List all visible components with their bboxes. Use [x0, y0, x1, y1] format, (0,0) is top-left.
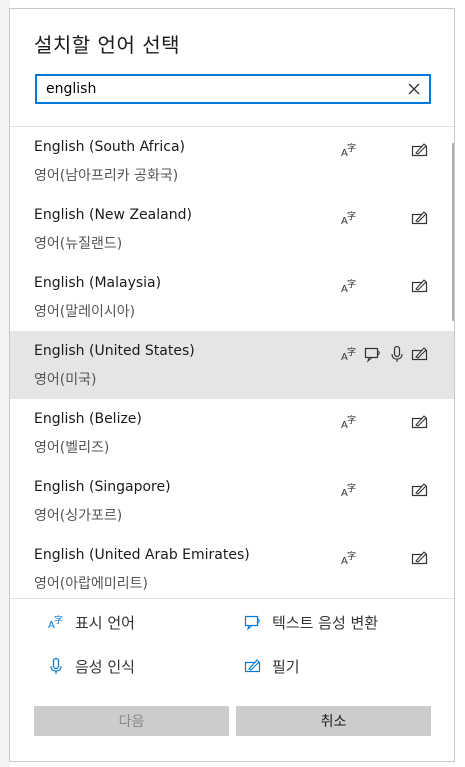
- list-item-selected[interactable]: English (United States) 영어(미국) A字: [10, 331, 454, 399]
- next-button[interactable]: 다음: [34, 706, 229, 736]
- language-name: English (New Zealand): [34, 207, 192, 223]
- language-native-name: 영어(벨리즈): [34, 440, 110, 456]
- microphone-icon: [50, 657, 62, 674]
- display-language-icon: A字: [341, 278, 356, 295]
- svg-text:字: 字: [54, 614, 63, 626]
- display-language-icon: A字: [341, 414, 356, 431]
- handwriting-icon: [411, 415, 428, 429]
- language-name: English (Malaysia): [34, 275, 162, 291]
- handwriting-icon: [244, 659, 261, 673]
- svg-text:字: 字: [347, 142, 356, 154]
- language-name: English (United States): [34, 343, 195, 359]
- display-language-icon: A字: [48, 614, 63, 631]
- svg-text:字: 字: [347, 210, 356, 222]
- svg-text:字: 字: [347, 346, 356, 358]
- cancel-button[interactable]: 취소: [236, 706, 431, 736]
- legend-label: 텍스트 음성 변환: [272, 614, 379, 632]
- handwriting-icon: [411, 211, 428, 225]
- list-item[interactable]: English (New Zealand) 영어(뉴질랜드) A字: [10, 195, 454, 263]
- display-language-icon: A字: [341, 210, 356, 227]
- text-to-speech-icon: [244, 615, 260, 631]
- display-language-icon: A字: [341, 142, 356, 159]
- dialog-title: 설치할 언어 선택: [34, 33, 181, 57]
- svg-text:字: 字: [347, 550, 356, 562]
- language-list[interactable]: English (South Africa) 영어(남아프리카 공화국) A字 …: [10, 127, 454, 599]
- search-box[interactable]: [35, 74, 431, 104]
- display-language-icon: A字: [341, 482, 356, 499]
- language-name: English (South Africa): [34, 139, 185, 155]
- handwriting-icon: [411, 347, 428, 361]
- svg-text:字: 字: [347, 414, 356, 426]
- language-native-name: 영어(남아프리카 공화국): [34, 168, 179, 184]
- language-picker-dialog: 설치할 언어 선택 English (South Africa) 영어(남아프리…: [9, 8, 455, 762]
- display-language-icon: A字: [341, 346, 356, 363]
- list-item[interactable]: English (Singapore) 영어(싱가포르) A字: [10, 467, 454, 535]
- handwriting-icon: [411, 279, 428, 293]
- svg-text:字: 字: [347, 482, 356, 494]
- legend-label: 음성 인식: [75, 658, 135, 676]
- handwriting-icon: [411, 143, 428, 157]
- list-item[interactable]: English (South Africa) 영어(남아프리카 공화국) A字: [10, 127, 454, 195]
- text-to-speech-icon: [364, 347, 380, 363]
- language-native-name: 영어(아랍에미리트): [34, 576, 148, 592]
- legend-label: 필기: [272, 658, 300, 676]
- language-name: English (United Arab Emirates): [34, 547, 250, 563]
- language-name: English (Belize): [34, 411, 142, 427]
- scrollbar[interactable]: [452, 143, 454, 321]
- search-input[interactable]: [46, 80, 386, 98]
- handwriting-icon: [411, 483, 428, 497]
- language-native-name: 영어(싱가포르): [34, 508, 123, 524]
- language-native-name: 영어(뉴질랜드): [34, 236, 123, 252]
- list-divider-bottom: [10, 598, 454, 599]
- language-name: English (Singapore): [34, 479, 171, 495]
- language-native-name: 영어(말레이시아): [34, 304, 136, 320]
- list-item[interactable]: English (Malaysia) 영어(말레이시아) A字: [10, 263, 454, 331]
- list-item[interactable]: English (United Arab Emirates) 영어(아랍에미리트…: [10, 535, 454, 599]
- list-item[interactable]: English (Belize) 영어(벨리즈) A字: [10, 399, 454, 467]
- close-icon[interactable]: [407, 82, 421, 96]
- svg-text:字: 字: [347, 278, 356, 290]
- legend-label: 표시 언어: [75, 614, 135, 632]
- microphone-icon: [391, 345, 403, 362]
- language-native-name: 영어(미국): [34, 372, 97, 388]
- display-language-icon: A字: [341, 550, 356, 567]
- handwriting-icon: [411, 551, 428, 565]
